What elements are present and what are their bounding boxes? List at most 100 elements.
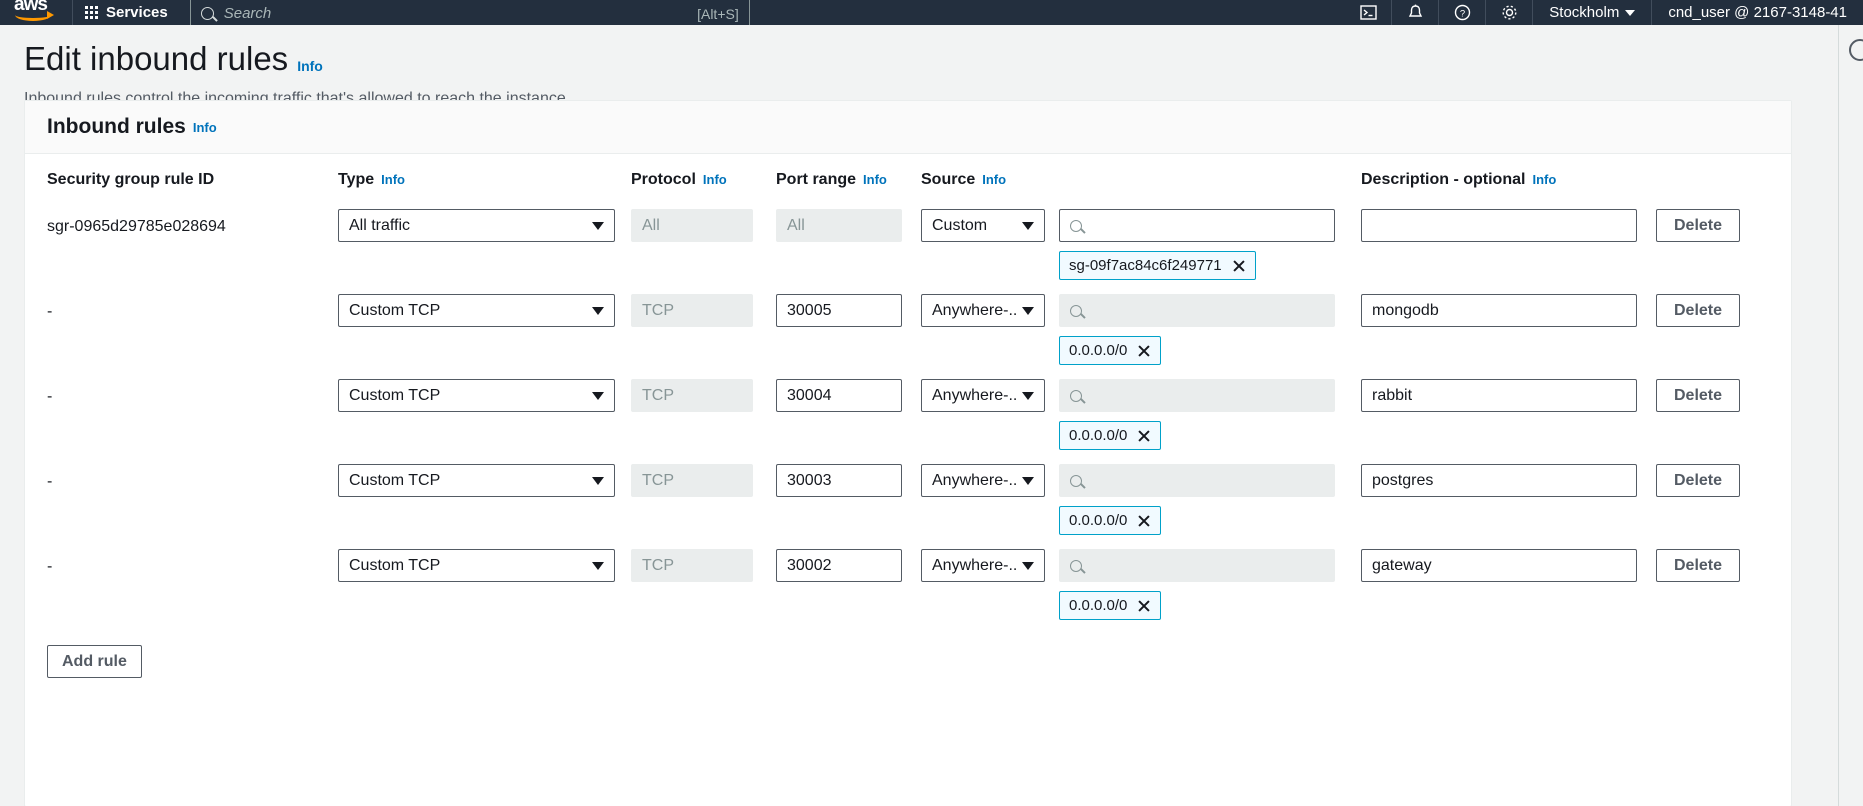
type-select[interactable]: All traffic — [338, 209, 615, 242]
source-type-value: Custom — [932, 217, 987, 235]
bell-icon[interactable] — [1392, 0, 1438, 25]
port-range-input[interactable]: 30003 — [776, 464, 902, 497]
description-input[interactable] — [1361, 209, 1637, 242]
description-input[interactable]: gateway — [1361, 549, 1637, 582]
region-selector[interactable]: Stockholm — [1533, 0, 1651, 25]
card-info-link[interactable]: Info — [193, 120, 217, 135]
source-token: 0.0.0.0/0 — [1059, 421, 1161, 450]
column-header-protocol: ProtocolInfo — [631, 171, 776, 189]
help-icon[interactable]: ? — [1439, 0, 1485, 25]
type-select[interactable]: Custom TCP — [338, 549, 615, 582]
source-search-input[interactable] — [1059, 464, 1335, 497]
source-type-select[interactable]: Anywhere-... — [921, 549, 1045, 582]
aws-logo[interactable]: aws — [14, 0, 72, 25]
cloudshell-icon[interactable] — [1345, 0, 1391, 25]
global-search-input[interactable]: Search [Alt+S] — [190, 0, 750, 25]
delete-rule-button[interactable]: Delete — [1656, 294, 1740, 327]
source-type-select[interactable]: Custom — [921, 209, 1045, 242]
search-shortcut-hint: [Alt+S] — [697, 6, 739, 22]
services-menu-button[interactable]: Services — [73, 0, 180, 25]
port-range-input[interactable]: 30005 — [776, 294, 902, 327]
source-token-label: sg-09f7ac84c6f249771 — [1069, 257, 1222, 274]
chevron-down-icon — [1022, 307, 1034, 315]
protocol-info-link[interactable]: Info — [703, 172, 727, 187]
description-value: mongodb — [1372, 302, 1439, 320]
global-search-wrapper: Search [Alt+S] — [190, 0, 750, 25]
source-info-link[interactable]: Info — [982, 172, 1006, 187]
remove-token-icon[interactable] — [1232, 259, 1246, 273]
card-header: Inbound rulesInfo — [25, 101, 1791, 154]
delete-rule-button[interactable]: Delete — [1656, 464, 1740, 497]
page-title: Edit inbound rules — [24, 39, 288, 79]
page-title-info-link[interactable]: Info — [297, 58, 323, 74]
protocol-field: TCP — [631, 294, 753, 327]
chevron-down-icon — [1022, 477, 1034, 485]
account-label: cnd_user @ 2167-3148-41 — [1668, 4, 1847, 21]
source-type-value: Anywhere-... — [932, 472, 1016, 490]
description-input[interactable]: postgres — [1361, 464, 1637, 497]
type-select-value: All traffic — [349, 217, 410, 235]
source-search-input[interactable] — [1059, 379, 1335, 412]
description-info-link[interactable]: Info — [1532, 172, 1556, 187]
region-label: Stockholm — [1549, 4, 1619, 21]
port-range-info-link[interactable]: Info — [863, 172, 887, 187]
port-range-value: All — [787, 217, 805, 235]
type-select-value: Custom TCP — [349, 302, 440, 320]
chevron-down-icon — [1022, 222, 1034, 230]
search-icon — [1070, 305, 1082, 317]
source-type-select[interactable]: Anywhere-... — [921, 294, 1045, 327]
description-input[interactable]: rabbit — [1361, 379, 1637, 412]
source-search-input[interactable] — [1059, 294, 1335, 327]
port-range-input[interactable]: 30002 — [776, 549, 902, 582]
remove-token-icon[interactable] — [1137, 429, 1151, 443]
table-row: - Custom TCP TCP 30002 Anywhere-... — [47, 535, 1769, 620]
remove-token-icon[interactable] — [1137, 344, 1151, 358]
search-icon — [1070, 390, 1082, 402]
delete-rule-button[interactable]: Delete — [1656, 209, 1740, 242]
gear-icon[interactable] — [1486, 0, 1532, 25]
account-menu[interactable]: cnd_user @ 2167-3148-41 — [1652, 0, 1863, 25]
column-header-type-label: Type — [338, 171, 374, 188]
column-header-type: Type Info — [338, 171, 631, 189]
type-select[interactable]: Custom TCP — [338, 379, 615, 412]
type-select[interactable]: Custom TCP — [338, 294, 615, 327]
chevron-down-icon — [1625, 10, 1635, 16]
delete-rule-button[interactable]: Delete — [1656, 549, 1740, 582]
help-panel-toggle-icon[interactable] — [1849, 39, 1863, 61]
protocol-value: TCP — [642, 472, 674, 490]
add-rule-wrapper: Add rule — [25, 620, 1791, 678]
remove-token-icon[interactable] — [1137, 514, 1151, 528]
source-type-value: Anywhere-... — [932, 387, 1016, 405]
remove-token-icon[interactable] — [1137, 599, 1151, 613]
help-panel-rail[interactable] — [1838, 25, 1863, 806]
add-rule-button[interactable]: Add rule — [47, 645, 142, 678]
chevron-down-icon — [592, 307, 604, 315]
source-type-select[interactable]: Anywhere-... — [921, 379, 1045, 412]
source-token-label: 0.0.0.0/0 — [1069, 342, 1127, 359]
type-select[interactable]: Custom TCP — [338, 464, 615, 497]
rule-id-text: sgr-0965d29785e028694 — [47, 209, 338, 236]
port-range-input[interactable]: 30004 — [776, 379, 902, 412]
source-token: 0.0.0.0/0 — [1059, 336, 1161, 365]
inbound-rules-card: Inbound rulesInfo Security group rule ID… — [24, 100, 1792, 806]
search-placeholder-text: Search — [224, 5, 697, 22]
source-search-input[interactable] — [1059, 209, 1335, 242]
protocol-field: TCP — [631, 464, 753, 497]
source-type-value: Anywhere-... — [932, 302, 1016, 320]
column-header-source: SourceInfo — [921, 171, 1361, 189]
search-icon — [1070, 560, 1082, 572]
port-range-input: All — [776, 209, 902, 242]
svg-text:?: ? — [1460, 8, 1465, 19]
aws-logo-smile-icon — [15, 9, 51, 21]
search-icon — [201, 7, 214, 20]
delete-rule-button[interactable]: Delete — [1656, 379, 1740, 412]
source-token: sg-09f7ac84c6f249771 — [1059, 251, 1256, 280]
source-type-select[interactable]: Anywhere-... — [921, 464, 1045, 497]
description-input[interactable]: mongodb — [1361, 294, 1637, 327]
rule-id-text: - — [47, 294, 338, 321]
source-search-input[interactable] — [1059, 549, 1335, 582]
source-token: 0.0.0.0/0 — [1059, 506, 1161, 535]
type-info-link[interactable]: Info — [381, 172, 405, 187]
source-type-value: Anywhere-... — [932, 557, 1016, 575]
port-range-value: 30005 — [787, 302, 832, 320]
